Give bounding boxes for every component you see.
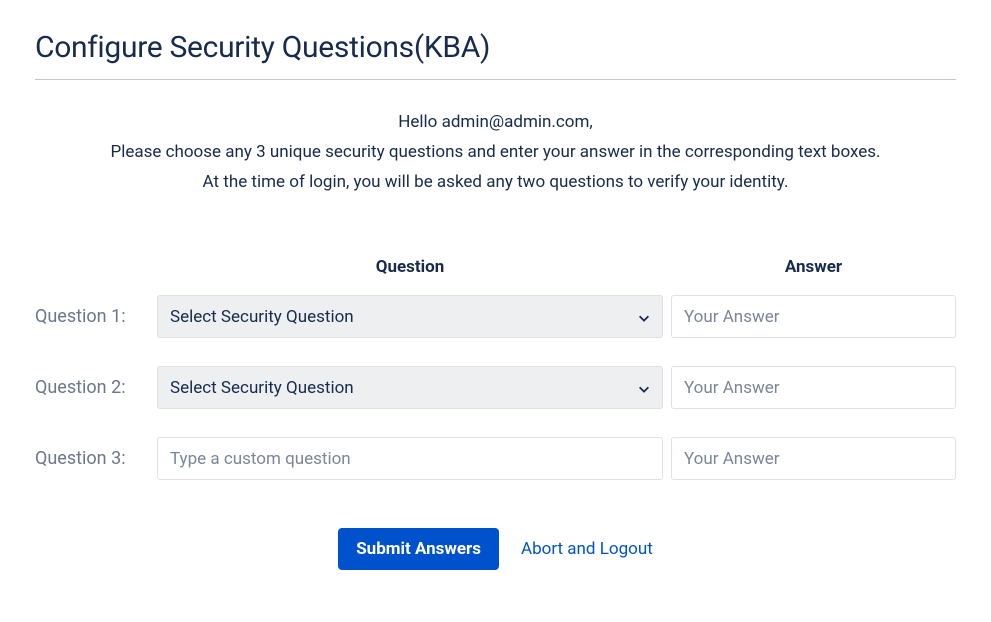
question-1-label: Question 1:	[35, 306, 157, 327]
question-1-select[interactable]: Select Security Question	[157, 295, 663, 338]
answer-column-header: Answer	[671, 257, 956, 277]
column-headers: Question Answer	[35, 257, 956, 277]
answer-2-input[interactable]	[671, 366, 956, 409]
question-row-1: Question 1: Select Security Question	[35, 295, 956, 338]
instruction-line-2: At the time of login, you will be asked …	[35, 168, 956, 198]
question-column-header: Question	[157, 257, 663, 277]
intro-text: Hello admin@admin.com, Please choose any…	[35, 108, 956, 197]
answer-3-input[interactable]	[671, 437, 956, 480]
page-title: Configure Security Questions(KBA)	[35, 30, 956, 80]
question-2-label: Question 2:	[35, 377, 157, 398]
greeting-text: Hello admin@admin.com,	[35, 108, 956, 138]
question-row-3: Question 3:	[35, 437, 956, 480]
answer-1-input[interactable]	[671, 295, 956, 338]
submit-answers-button[interactable]: Submit Answers	[338, 528, 499, 570]
abort-logout-link[interactable]: Abort and Logout	[521, 539, 653, 559]
action-bar: Submit Answers Abort and Logout	[35, 528, 956, 570]
instruction-line-1: Please choose any 3 unique security ques…	[35, 138, 956, 168]
question-row-2: Question 2: Select Security Question	[35, 366, 956, 409]
question-3-custom-input[interactable]	[157, 437, 663, 480]
question-2-select[interactable]: Select Security Question	[157, 366, 663, 409]
question-3-label: Question 3:	[35, 448, 157, 469]
